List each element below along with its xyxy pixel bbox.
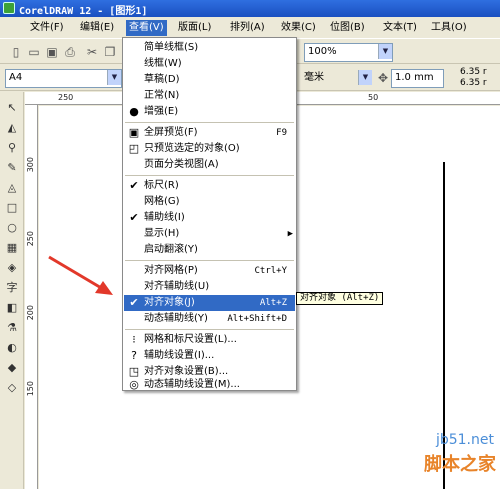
nudge-icon: ✥ <box>377 71 389 85</box>
preview-selected-icon: ◰ <box>128 142 140 155</box>
toolbox: ↖ ◭ ⚲ ✎ ◬ □ ○ ▦ ◈ 字 ◧ ⚗ ◐ ◆ ◇ <box>0 92 24 489</box>
ruler-tick-label: 200 <box>26 305 35 321</box>
menu-item-snap-to-objects[interactable]: ✔ 对齐对象(J) Alt+Z <box>124 295 295 311</box>
dynamic-guides-settings-icon: ◎ <box>129 378 139 391</box>
units-select[interactable]: 毫米 ▼ <box>300 69 373 88</box>
menu-item-simple-wireframe[interactable]: 简单线框(S) <box>124 40 295 56</box>
zoom-level-select[interactable]: 100% ▼ <box>304 43 393 62</box>
smart-fill-tool-icon[interactable]: ◬ <box>4 180 20 196</box>
red-arrow-annotation <box>48 255 113 295</box>
open-icon[interactable]: ▭ <box>26 44 42 60</box>
radio-dot-icon: ● <box>129 105 139 118</box>
guides-settings-icon: ? <box>131 349 137 362</box>
menu-item-guidelines[interactable]: ✔ 辅助线(I) <box>124 210 295 226</box>
menu-item-rulers[interactable]: ✔ 标尺(R) <box>124 178 295 194</box>
menu-separator <box>125 175 294 176</box>
menu-edit[interactable]: 编辑(E) <box>77 20 117 36</box>
watermark-url: jb51.net <box>435 432 494 448</box>
menu-bitmaps[interactable]: 位图(B) <box>327 20 368 36</box>
rectangle-tool-icon[interactable]: □ <box>4 200 20 216</box>
view-menu-dropdown: 简单线框(S) 线框(W) 草稿(D) 正常(N) ● 增强(E) ▣ 全屏预览(F… <box>122 37 297 391</box>
menu-tools[interactable]: 工具(O) <box>428 20 470 36</box>
menu-separator <box>125 122 294 123</box>
menu-item-grid[interactable]: 网格(G) <box>124 194 295 210</box>
chevron-down-icon: ▼ <box>378 44 392 59</box>
print-icon[interactable]: ⎙ <box>62 44 78 60</box>
check-icon: ✔ <box>129 179 139 192</box>
menu-layout[interactable]: 版面(L) <box>175 20 214 36</box>
check-icon: ✔ <box>129 211 139 224</box>
submenu-arrow-icon: ▶ <box>287 229 293 239</box>
ruler-tick-label: 50 <box>368 93 379 102</box>
check-icon: ✔ <box>129 296 139 309</box>
units-value: 毫米 <box>304 72 324 83</box>
ruler-tick-label: 250 <box>58 93 74 102</box>
new-document-icon[interactable]: ▯ <box>8 44 24 60</box>
paper-size-select[interactable]: A4 ▼ <box>5 69 122 88</box>
menu-item-enhanced[interactable]: ● 增强(E) <box>124 104 295 120</box>
eyedropper-tool-icon[interactable]: ⚗ <box>4 320 20 336</box>
menu-item-normal[interactable]: 正常(N) <box>124 88 295 104</box>
grid-settings-icon: ⁝ <box>132 333 136 346</box>
menu-item-guidelines-setup[interactable]: ? 辅助线设置(I)... <box>124 348 295 364</box>
pick-tool-icon[interactable]: ↖ <box>4 100 20 116</box>
cut-icon[interactable]: ✂ <box>84 44 100 60</box>
ruler-tick-label: 300 <box>26 157 35 173</box>
outline-tool-icon[interactable]: ◐ <box>4 340 20 356</box>
ruler-tick-label: 250 <box>26 231 35 247</box>
nudge-distance-value: 1.0 mm <box>395 72 434 83</box>
menu-file[interactable]: 文件(F) <box>27 20 67 36</box>
chevron-down-icon: ▼ <box>107 70 121 85</box>
ellipse-tool-icon[interactable]: ○ <box>4 220 20 236</box>
menu-item-enable-rollover[interactable]: 启动翻滚(Y) <box>124 242 295 258</box>
fill-tool-icon[interactable]: ◆ <box>4 360 20 376</box>
chevron-down-icon: ▼ <box>358 70 372 85</box>
window-title: CorelDRAW 12 - [图形1] <box>19 6 148 17</box>
coreldraw-app-icon <box>3 2 15 14</box>
text-tool-icon[interactable]: 字 <box>4 280 20 296</box>
fullscreen-icon: ▣ <box>128 126 140 139</box>
menu-item-wireframe[interactable]: 线框(W) <box>124 56 295 72</box>
polygon-tool-icon[interactable]: ▦ <box>4 240 20 256</box>
menu-item-page-sorter[interactable]: 页面分类视图(A) <box>124 157 295 173</box>
menu-item-dynamic-guides[interactable]: 动态辅助线(Y) Alt+Shift+D <box>124 311 295 327</box>
menu-item-draft[interactable]: 草稿(D) <box>124 72 295 88</box>
menu-text[interactable]: 文本(T) <box>380 20 420 36</box>
menu-item-dynamic-guides-setup[interactable]: ◎ 动态辅助线设置(M)... <box>124 378 295 391</box>
menu-effects[interactable]: 效果(C) <box>278 20 319 36</box>
ruler-tick-label: 150 <box>26 381 35 397</box>
menu-item-show[interactable]: 显示(H) ▶ <box>124 226 295 242</box>
basic-shapes-tool-icon[interactable]: ◈ <box>4 260 20 276</box>
nudge-distance-input[interactable]: 1.0 mm <box>391 69 444 88</box>
copy-icon[interactable]: ❐ <box>102 44 118 60</box>
menu-arrange[interactable]: 排列(A) <box>227 20 268 36</box>
site-watermark: jb51.net 脚本之家 <box>405 432 500 489</box>
menu-item-full-screen-preview[interactable]: ▣ 全屏预览(F) F9 <box>124 125 295 141</box>
vertical-ruler[interactable]: 300 250 200 150 <box>25 105 38 489</box>
menu-item-snap-to-guidelines[interactable]: 对齐辅助线(U) <box>124 279 295 295</box>
save-icon[interactable]: ▣ <box>44 44 60 60</box>
menu-item-snap-to-objects-setup[interactable]: ◳ 对齐对象设置(B)... <box>124 364 295 380</box>
menu-separator <box>125 329 294 330</box>
freehand-tool-icon[interactable]: ✎ <box>4 160 20 176</box>
duplicate-distance-y[interactable]: 6.35 r <box>460 78 487 88</box>
menu-view[interactable]: 查看(V) <box>126 20 167 36</box>
menu-bar: 文件(F) 编辑(E) 查看(V) 版面(L) 排列(A) 效果(C) 位图(B… <box>0 17 500 39</box>
menu-item-snap-to-grid[interactable]: 对齐网格(P) Ctrl+Y <box>124 263 295 279</box>
menu-item-grid-ruler-setup[interactable]: ⁝ 网格和标尺设置(L)... <box>124 332 295 348</box>
menu-separator <box>125 260 294 261</box>
zoom-tool-icon[interactable]: ⚲ <box>4 140 20 156</box>
snap-to-objects-tooltip: 对齐对象 (Alt+Z) <box>296 292 384 305</box>
duplicate-distance-x[interactable]: 6.35 r <box>460 67 487 77</box>
interactive-blend-tool-icon[interactable]: ◧ <box>4 300 20 316</box>
zoom-level-value: 100% <box>308 46 337 57</box>
shape-tool-icon[interactable]: ◭ <box>4 120 20 136</box>
paper-size-value: A4 <box>9 72 23 83</box>
menu-item-preview-selected[interactable]: ◰ 只预览选定的对象(O) <box>124 141 295 157</box>
watermark-site-name: 脚本之家 <box>424 454 496 475</box>
interactive-fill-tool-icon[interactable]: ◇ <box>4 380 20 396</box>
title-bar: CorelDRAW 12 - [图形1] <box>0 0 500 17</box>
